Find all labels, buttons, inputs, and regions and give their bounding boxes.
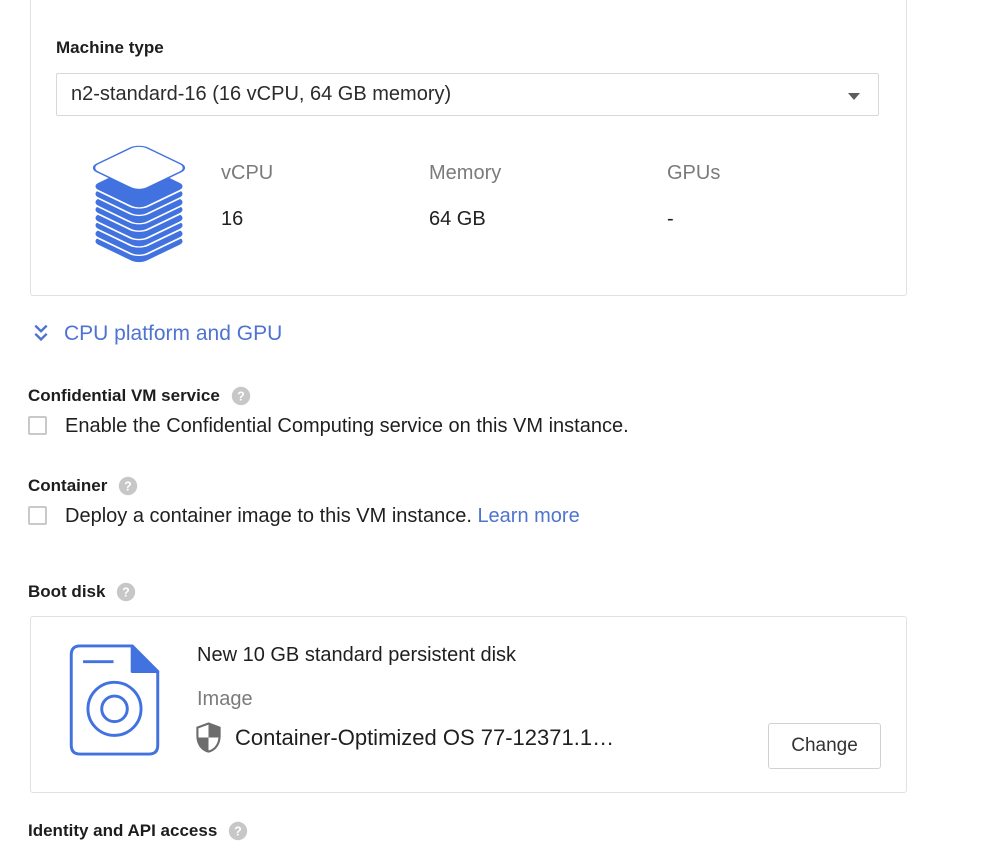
confidential-vm-checkbox-label: Enable the Confidential Computing servic… xyxy=(65,414,629,438)
identity-api-section-label: Identity and API access xyxy=(28,821,217,841)
summary-column-gpus: GPUs - xyxy=(667,162,720,231)
memory-label: Memory xyxy=(429,162,501,185)
help-icon[interactable]: ? xyxy=(116,582,136,602)
gpus-value: - xyxy=(667,208,720,231)
cpu-platform-label: CPU platform and GPU xyxy=(64,322,282,346)
container-checkbox-text: Deploy a container image to this VM inst… xyxy=(65,505,472,527)
machine-layers-icon xyxy=(81,140,197,270)
svg-text:?: ? xyxy=(125,479,133,493)
boot-disk-image-label: Image xyxy=(197,688,253,711)
memory-value: 64 GB xyxy=(429,208,501,231)
identity-api-section: Identity and API access ? xyxy=(28,821,248,841)
vcpu-value: 16 xyxy=(221,208,273,231)
vcpu-label: vCPU xyxy=(221,162,273,185)
learn-more-link[interactable]: Learn more xyxy=(477,505,579,527)
container-section-label: Container xyxy=(28,476,107,496)
machine-type-selected-value: n2-standard-16 (16 vCPU, 64 GB memory) xyxy=(57,83,451,106)
gpus-label: GPUs xyxy=(667,162,720,185)
change-button[interactable]: Change xyxy=(768,723,881,769)
svg-text:?: ? xyxy=(234,824,242,838)
boot-disk-section: Boot disk ? xyxy=(28,582,136,602)
boot-disk-section-label: Boot disk xyxy=(28,582,105,602)
cpu-platform-expander[interactable]: CPU platform and GPU xyxy=(31,322,282,346)
confidential-vm-row: Enable the Confidential Computing servic… xyxy=(28,414,629,438)
svg-text:?: ? xyxy=(123,585,131,599)
machine-type-label: Machine type xyxy=(56,38,164,58)
summary-column-vcpu: vCPU 16 xyxy=(221,162,273,231)
vm-create-form: Machine type n2-standard-16 (16 vCPU, 64… xyxy=(0,0,992,836)
confidential-vm-checkbox[interactable] xyxy=(28,416,47,435)
help-icon[interactable]: ? xyxy=(118,476,138,496)
help-icon[interactable]: ? xyxy=(231,386,251,406)
container-checkbox-label: Deploy a container image to this VM inst… xyxy=(65,504,580,528)
expand-all-icon xyxy=(31,323,51,345)
boot-disk-image-value: Container-Optimized OS 77-12371.1… xyxy=(235,725,614,751)
machine-type-card: Machine type n2-standard-16 (16 vCPU, 64… xyxy=(30,0,907,296)
boot-disk-card: New 10 GB standard persistent disk Image… xyxy=(30,616,907,793)
summary-column-memory: Memory 64 GB xyxy=(429,162,501,231)
boot-disk-title: New 10 GB standard persistent disk xyxy=(197,644,516,667)
container-checkbox[interactable] xyxy=(28,506,47,525)
svg-text:?: ? xyxy=(237,389,245,403)
boot-disk-image-row: Container-Optimized OS 77-12371.1… xyxy=(195,722,614,753)
confidential-vm-section-label: Confidential VM service xyxy=(28,386,220,406)
boot-disk-icon xyxy=(66,643,163,757)
container-row: Deploy a container image to this VM inst… xyxy=(28,504,580,528)
shield-icon xyxy=(195,722,222,753)
container-section: Container ? xyxy=(28,476,138,496)
dropdown-arrow-icon xyxy=(848,93,860,100)
machine-type-dropdown[interactable]: n2-standard-16 (16 vCPU, 64 GB memory) xyxy=(56,73,879,116)
confidential-vm-section: Confidential VM service ? xyxy=(28,386,251,406)
help-icon[interactable]: ? xyxy=(228,821,248,841)
